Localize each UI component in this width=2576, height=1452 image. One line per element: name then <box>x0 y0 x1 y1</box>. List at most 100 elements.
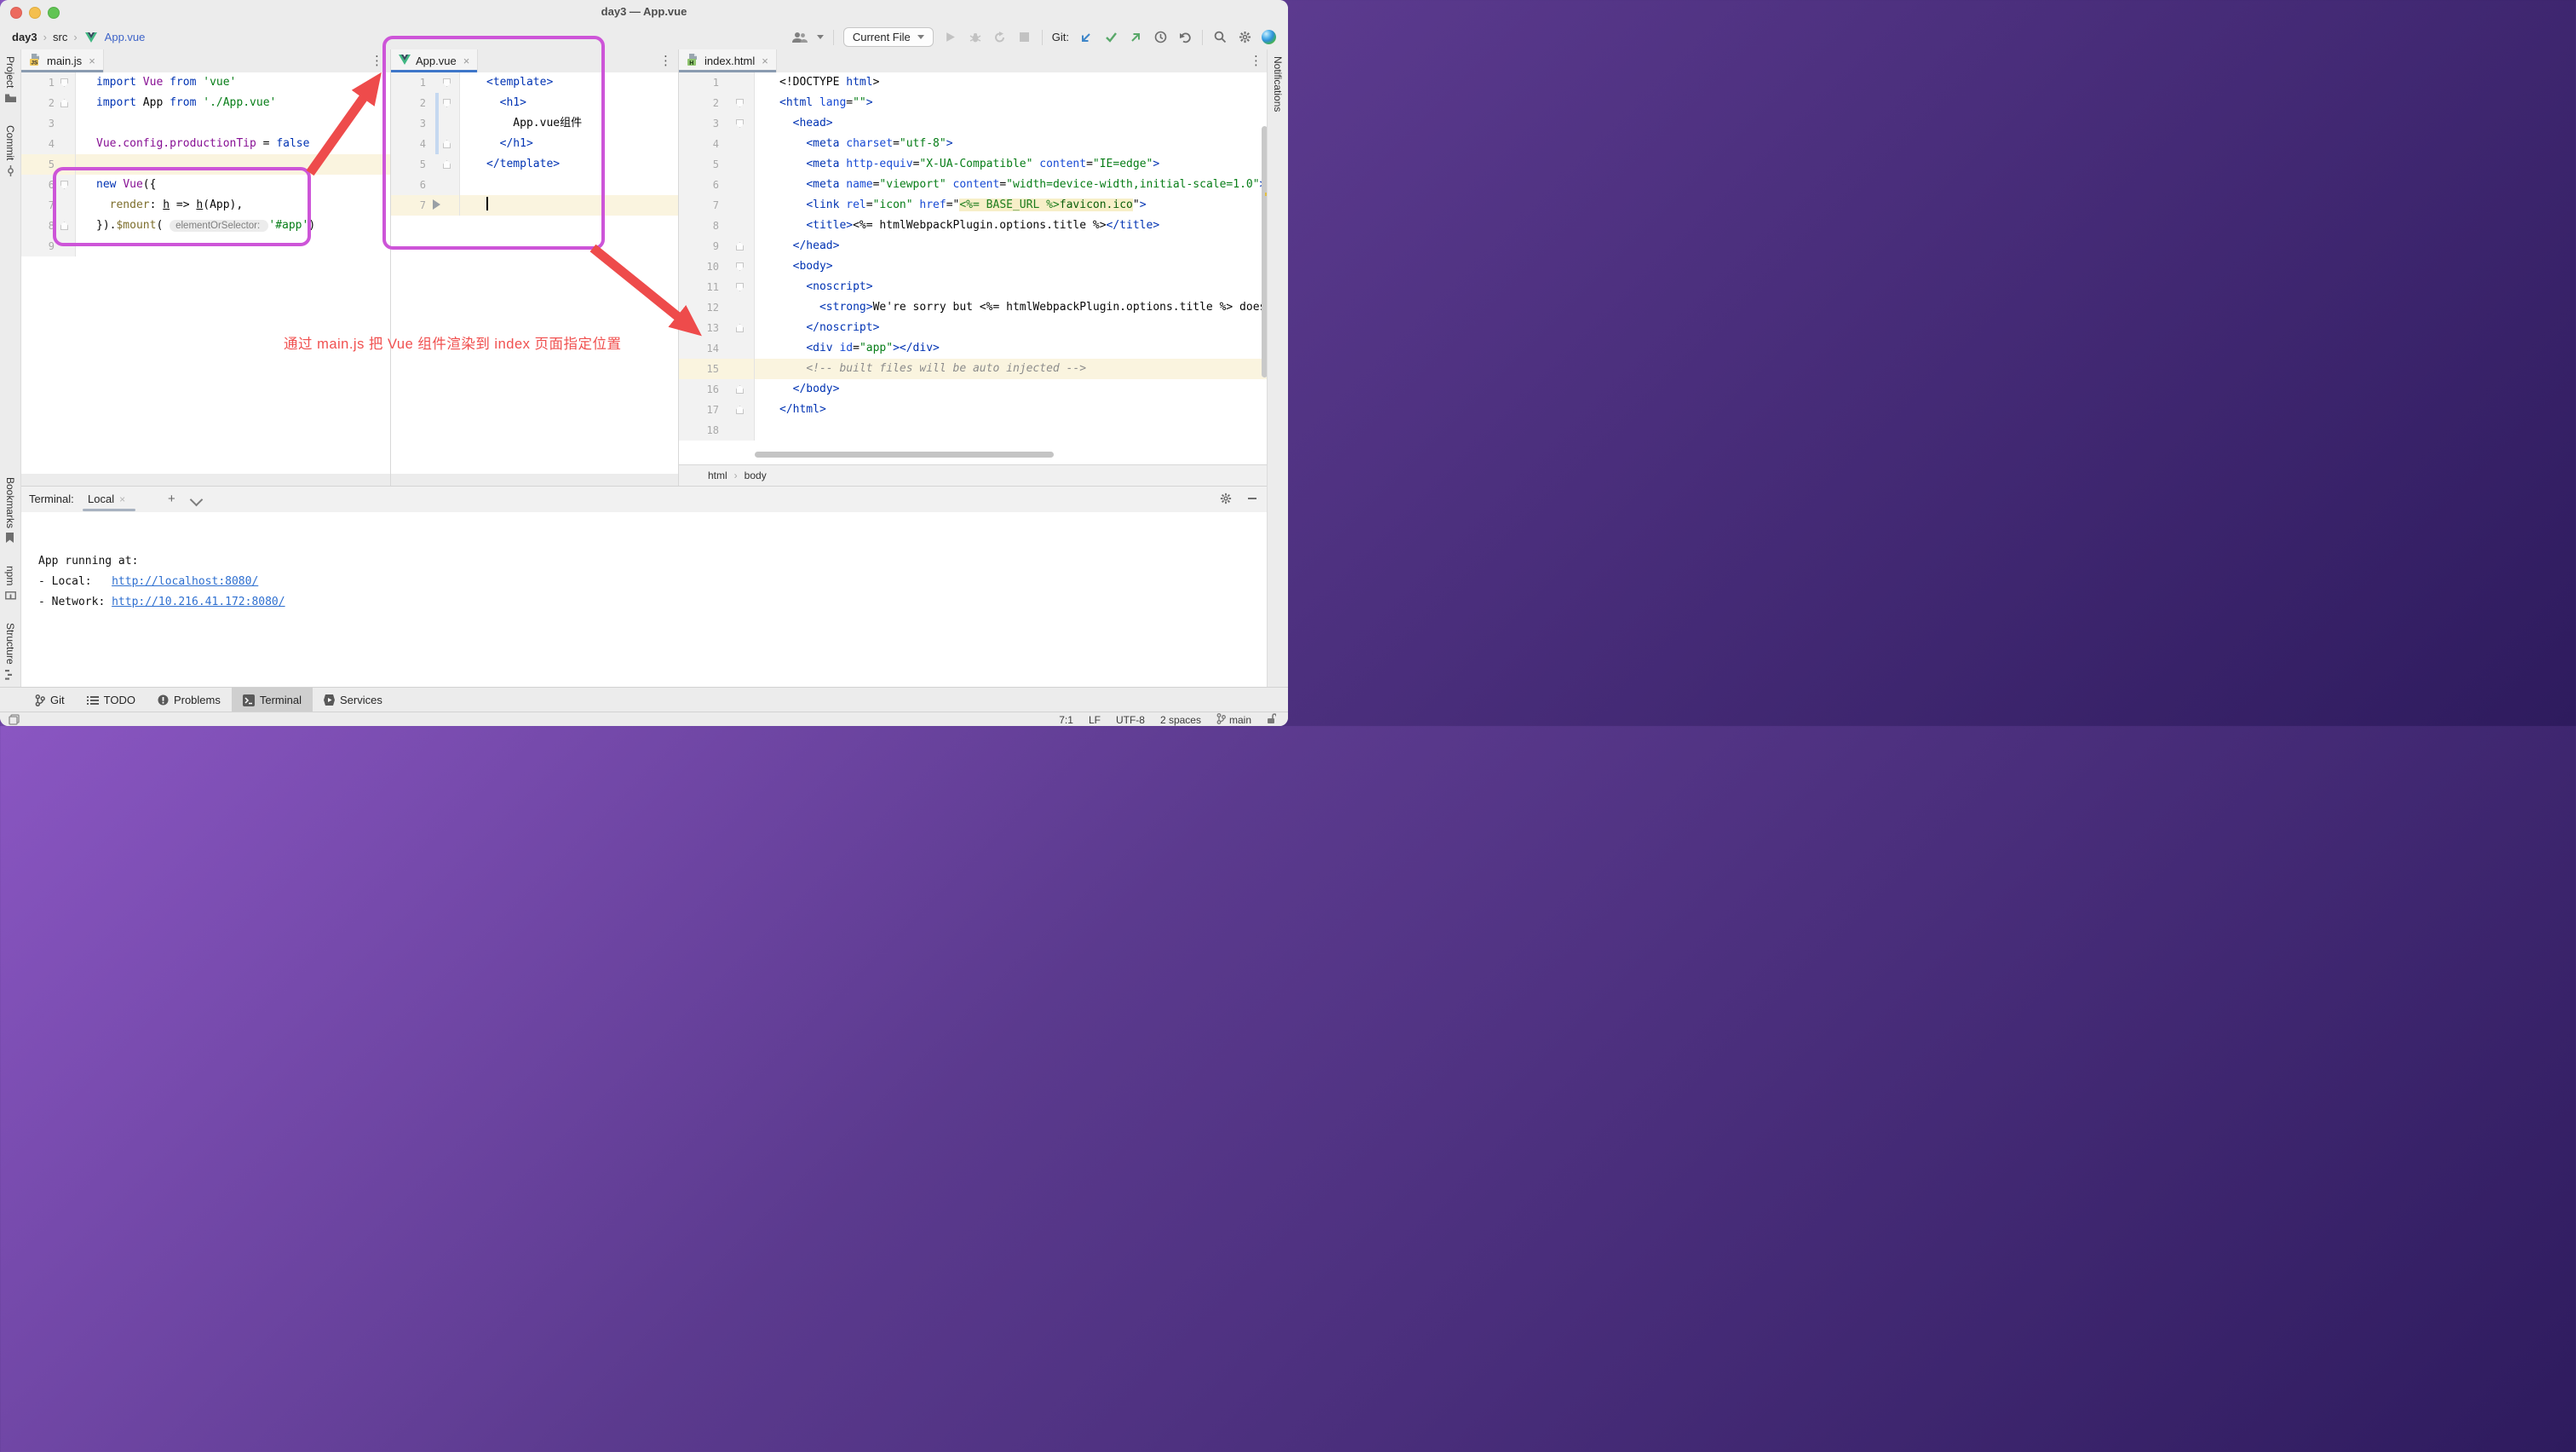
fold-marker-icon[interactable] <box>443 99 451 107</box>
code-line[interactable]: 6 <box>391 175 679 195</box>
toolwindow-button-services[interactable]: Services <box>313 688 394 712</box>
hide-panel-icon[interactable] <box>1247 493 1257 506</box>
line-separator[interactable]: LF <box>1089 714 1101 726</box>
stripe-item-notifications[interactable]: Notifications <box>1272 56 1284 112</box>
more-options-icon[interactable]: ⋮ <box>1250 53 1262 68</box>
close-tab-icon[interactable]: × <box>463 55 470 67</box>
code-line[interactable]: 1import Vue from 'vue' <box>21 72 390 93</box>
code-line[interactable]: 18 <box>679 420 1269 441</box>
stripe-item-npm[interactable]: npm <box>4 566 16 601</box>
breadcrumb-html[interactable]: html <box>708 470 727 481</box>
fold-marker-icon[interactable] <box>60 78 68 87</box>
code-line[interactable]: 7 render: h => h(App), <box>21 195 390 216</box>
code-line[interactable]: 7 <box>391 195 679 216</box>
code-line[interactable]: 5 <box>21 154 390 175</box>
fold-marker-icon[interactable] <box>736 262 744 271</box>
code-line[interactable]: 5</template> <box>391 154 679 175</box>
close-tab-icon[interactable]: × <box>89 55 95 67</box>
rerun-icon[interactable] <box>992 30 1008 45</box>
code-line[interactable]: 4 </h1> <box>391 134 679 154</box>
fold-marker-icon[interactable] <box>736 99 744 107</box>
code-line[interactable]: 17</html> <box>679 400 1269 420</box>
code-line[interactable]: 1<!DOCTYPE html> <box>679 72 1269 93</box>
terminal-dropdown-icon[interactable] <box>192 494 201 507</box>
fold-marker-icon[interactable] <box>736 283 744 291</box>
code-line[interactable]: 2<html lang=""> <box>679 93 1269 113</box>
breadcrumb-src[interactable]: src <box>53 31 67 43</box>
terminal-settings-icon[interactable] <box>1220 493 1232 507</box>
search-icon[interactable] <box>1212 30 1228 45</box>
code-line[interactable]: 1<template> <box>391 72 679 93</box>
file-encoding[interactable]: UTF-8 <box>1116 714 1145 726</box>
fold-marker-icon[interactable] <box>736 406 744 414</box>
code-line[interactable]: 12 <strong>We're sorry but <%= htmlWebpa… <box>679 297 1269 318</box>
code-line[interactable]: 2import App from './App.vue' <box>21 93 390 113</box>
git-push-icon[interactable] <box>1128 30 1143 45</box>
code-line[interactable]: 6 <meta name="viewport" content="width=d… <box>679 175 1269 195</box>
tab-mainjs[interactable]: JS main.js × <box>21 49 104 72</box>
fold-marker-icon[interactable] <box>736 242 744 251</box>
stripe-item-commit[interactable]: Commit <box>4 125 16 176</box>
toolwindow-button-problems[interactable]: Problems <box>147 688 232 712</box>
tab-indexhtml[interactable]: H index.html × <box>679 49 777 72</box>
code-line[interactable]: 16 </body> <box>679 379 1269 400</box>
close-tab-icon[interactable]: × <box>762 55 768 67</box>
git-branch-widget[interactable]: main <box>1216 713 1251 726</box>
run-gutter-icon[interactable] <box>433 199 440 210</box>
code-line[interactable]: 13 </noscript> <box>679 318 1269 338</box>
fold-marker-icon[interactable] <box>60 99 68 107</box>
code-line[interactable]: 3 App.vue组件 <box>391 113 679 134</box>
more-options-icon[interactable]: ⋮ <box>659 53 672 68</box>
toolwindow-button-git[interactable]: Git <box>24 688 76 712</box>
code-line[interactable]: 8 <title><%= htmlWebpackPlugin.options.t… <box>679 216 1269 236</box>
code-line[interactable]: 8}).$mount( elementOrSelector: '#app') <box>21 216 390 236</box>
terminal-link[interactable]: http://10.216.41.172:8080/ <box>112 596 285 608</box>
code-line[interactable]: 4Vue.config.productionTip = false <box>21 134 390 154</box>
breadcrumb-body[interactable]: body <box>745 470 767 481</box>
debug-bug-icon[interactable] <box>968 30 983 45</box>
history-icon[interactable] <box>1153 30 1168 45</box>
close-terminal-tab-icon[interactable]: × <box>119 493 125 505</box>
tab-appvue[interactable]: App.vue × <box>391 49 478 72</box>
code-line[interactable]: 2 <h1> <box>391 93 679 113</box>
fold-marker-icon[interactable] <box>443 140 451 148</box>
code-line[interactable]: 7 <link rel="icon" href="<%= BASE_URL %>… <box>679 195 1269 216</box>
code-line[interactable]: 3 <head> <box>679 113 1269 134</box>
toolwindow-button-terminal[interactable]: Terminal <box>232 688 313 712</box>
toolwindow-button-todo[interactable]: TODO <box>76 688 147 712</box>
fold-marker-icon[interactable] <box>60 181 68 189</box>
git-update-icon[interactable] <box>1078 30 1094 45</box>
caret-position[interactable]: 7:1 <box>1059 714 1073 726</box>
code-line[interactable]: 3 <box>21 113 390 134</box>
windows-stack-icon[interactable] <box>9 714 20 726</box>
unlocked-icon[interactable] <box>1267 713 1276 726</box>
run-configuration-select[interactable]: Current File <box>843 27 934 47</box>
code-line[interactable]: 10 <body> <box>679 256 1269 277</box>
fold-marker-icon[interactable] <box>443 160 451 169</box>
code-line[interactable]: 11 <noscript> <box>679 277 1269 297</box>
code-editor-mainjs[interactable]: 1import Vue from 'vue'2import App from '… <box>21 72 390 474</box>
code-line[interactable]: 15 <!-- built files will be auto injecte… <box>679 359 1269 379</box>
breadcrumb-project[interactable]: day3 <box>12 31 37 43</box>
user-icon[interactable] <box>792 30 808 45</box>
rollback-icon[interactable] <box>1177 30 1193 45</box>
stripe-item-project[interactable]: Project <box>4 56 16 103</box>
chevron-down-icon[interactable] <box>817 35 824 39</box>
fold-marker-icon[interactable] <box>736 119 744 128</box>
code-line[interactable]: 9 <box>21 236 390 256</box>
code-line[interactable]: 14 <div id="app"></div> <box>679 338 1269 359</box>
stripe-item-structure[interactable]: Structure <box>4 623 16 680</box>
fold-marker-icon[interactable] <box>736 324 744 332</box>
new-terminal-icon[interactable]: + <box>168 492 175 506</box>
code-line[interactable]: 6new Vue({ <box>21 175 390 195</box>
fold-marker-icon[interactable] <box>60 222 68 230</box>
indent-setting[interactable]: 2 spaces <box>1160 714 1201 726</box>
breadcrumb-file[interactable]: App.vue <box>105 31 146 43</box>
more-options-icon[interactable]: ⋮ <box>371 53 383 68</box>
code-line[interactable]: 9 </head> <box>679 236 1269 256</box>
code-line[interactable]: 5 <meta http-equiv="X-UA-Compatible" con… <box>679 154 1269 175</box>
stop-icon[interactable] <box>1017 30 1032 45</box>
horizontal-scrollbar[interactable] <box>755 452 1054 458</box>
run-icon[interactable] <box>943 30 958 45</box>
terminal-output[interactable]: App running at:- Local: http://localhost… <box>21 512 1268 688</box>
